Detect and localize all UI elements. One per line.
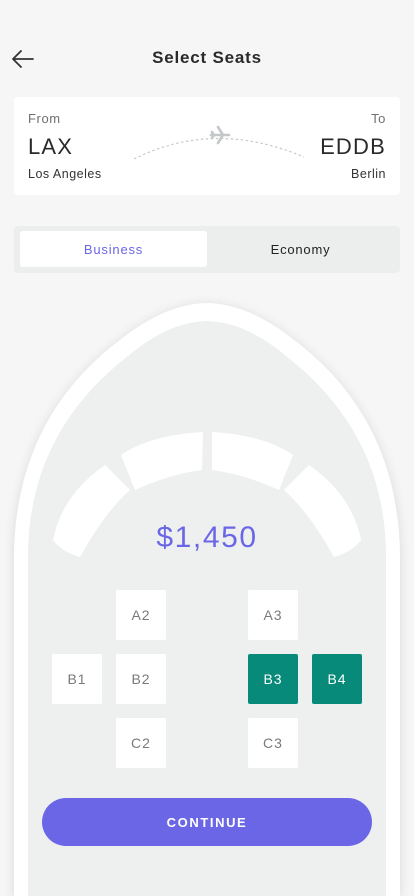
seat-B2[interactable]: B2 bbox=[116, 654, 166, 704]
flight-route bbox=[133, 125, 305, 160]
destination-code: EDDB bbox=[320, 134, 386, 159]
seat-B3[interactable]: B3 bbox=[248, 654, 298, 704]
origin-city: Los Angeles bbox=[28, 167, 102, 181]
continue-button[interactable]: CONTINUE bbox=[42, 798, 372, 846]
cabin-class-tabs: Business Economy bbox=[14, 226, 400, 273]
airplane-icon bbox=[209, 125, 231, 145]
tab-business[interactable]: Business bbox=[20, 231, 207, 267]
destination-city: Berlin bbox=[351, 167, 386, 181]
tab-economy[interactable]: Economy bbox=[207, 231, 394, 267]
seat-A3[interactable]: A3 bbox=[248, 590, 298, 640]
origin-code: LAX bbox=[28, 134, 74, 159]
header: Select Seats bbox=[0, 0, 414, 100]
page-title: Select Seats bbox=[152, 48, 262, 67]
seat-C3[interactable]: C3 bbox=[248, 718, 298, 768]
flight-summary-card: From LAX Los Angeles To EDDB Berlin bbox=[14, 97, 400, 195]
seat-C2[interactable]: C2 bbox=[116, 718, 166, 768]
seat-price: $1,450 bbox=[156, 521, 258, 554]
destination-label: To bbox=[371, 111, 386, 126]
origin-label: From bbox=[28, 111, 61, 126]
seat-B1[interactable]: B1 bbox=[52, 654, 102, 704]
seat-A2[interactable]: A2 bbox=[116, 590, 166, 640]
seat-B4[interactable]: B4 bbox=[312, 654, 362, 704]
